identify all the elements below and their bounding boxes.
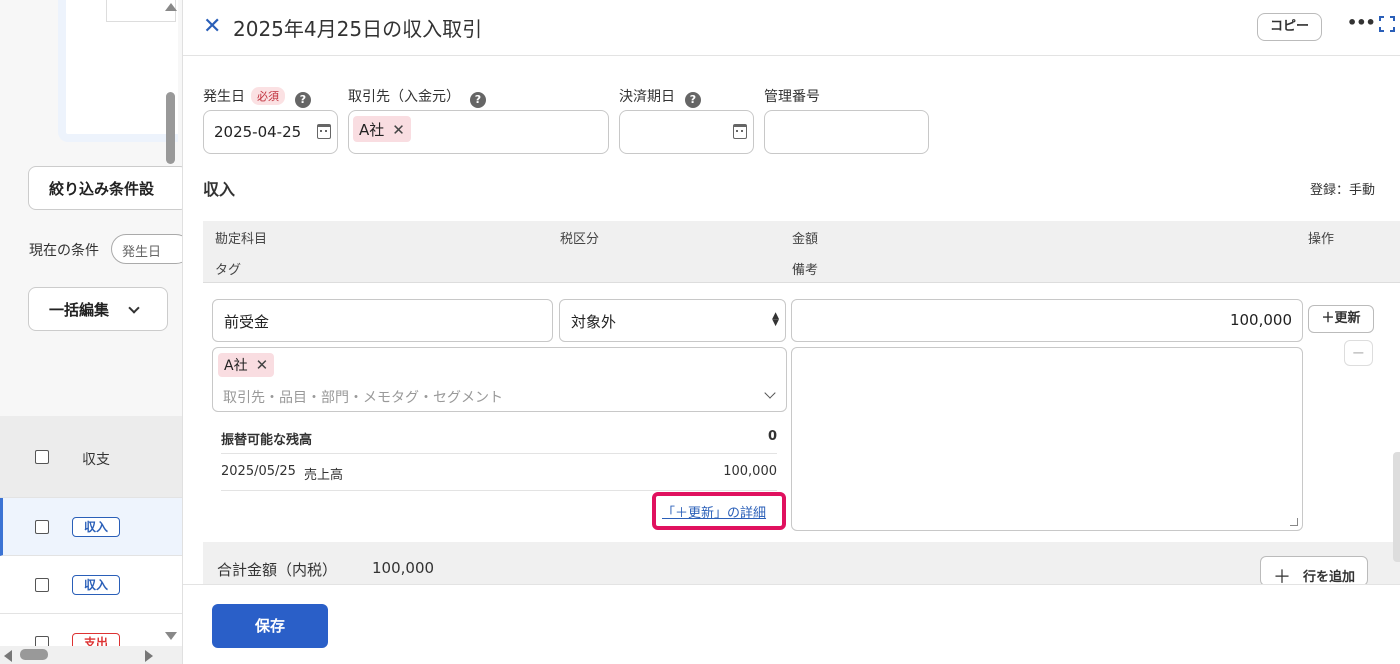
update-detail-link[interactable]: 「＋更新」の詳細 [662, 502, 766, 521]
panel-header: ✕ 2025年4月25日の収入取引 コピー ••• [183, 0, 1400, 56]
tag-placeholder: 取引先・品目・部門・メモタグ・セグメント [223, 390, 503, 406]
date-label-text: 発生日 [203, 89, 245, 105]
partner-chip: A社 ✕ [353, 116, 411, 142]
scrollbar-thumb[interactable] [166, 92, 175, 164]
help-icon[interactable]: ? [685, 92, 701, 108]
save-button[interactable]: 保存 [212, 604, 328, 648]
background-list-panel: 絞り込み条件設 現在の条件 発生日 一括編集 収支 収入 収入 支出 [0, 0, 182, 664]
amount-value: 100,000 [1229, 311, 1292, 329]
vertical-scrollbar[interactable] [163, 0, 177, 642]
transaction-panel: ✕ 2025年4月25日の収入取引 コピー ••• 発生日 必須? 2025-04… [182, 0, 1400, 664]
column-tag: タグ [215, 263, 242, 278]
remove-chip-icon[interactable]: ✕ [256, 356, 269, 374]
resize-handle-icon[interactable] [1290, 518, 1298, 526]
balance-label: 振替可能な残高 [221, 433, 313, 448]
registration-label: 登録：手動 [1310, 183, 1376, 198]
select-arrows-icon: ▲ ▼ [772, 311, 779, 328]
balance-entry-row: 2025/05/25 売上高 100,000 [221, 454, 777, 491]
management-no-input[interactable] [764, 110, 929, 154]
update-button[interactable]: ＋更新 [1308, 305, 1374, 333]
date-value: 2025-04-25 [214, 123, 302, 141]
due-date-label: 決済期日? [619, 86, 701, 108]
due-date-label-text: 決済期日 [619, 89, 675, 105]
horizontal-scrollbar[interactable] [0, 646, 182, 664]
calendar-icon[interactable] [733, 124, 747, 139]
remove-chip-icon[interactable]: ✕ [392, 121, 405, 139]
page-title: 2025年4月25日の収入取引 [233, 17, 483, 41]
amount-input[interactable]: 100,000 [791, 299, 1303, 342]
scroll-left-icon[interactable] [4, 650, 12, 662]
chevron-down-icon[interactable] [764, 387, 776, 399]
total-value: 100,000 [372, 559, 435, 577]
table-row[interactable]: 収入 [0, 498, 182, 556]
tag-chip-label: A社 [224, 358, 248, 374]
partner-input[interactable]: A社 ✕ [348, 110, 609, 154]
partner-label-text: 取引先（入金元） [348, 89, 460, 105]
row-checkbox[interactable] [35, 578, 49, 592]
required-badge: 必須 [251, 87, 285, 105]
scroll-up-icon[interactable] [165, 3, 177, 11]
right-edge-handle[interactable] [1393, 452, 1400, 562]
help-icon[interactable]: ? [295, 92, 311, 108]
bulk-edit-button[interactable]: 一括編集 [28, 287, 168, 331]
column-account: 勘定科目 [215, 232, 268, 247]
entry-amount: 100,000 [723, 464, 777, 479]
update-detail-highlight: 「＋更新」の詳細 [652, 492, 786, 530]
income-section-title: 収入 [203, 180, 236, 199]
account-value: 前受金 [224, 313, 270, 331]
table-header-row: 収支 [0, 416, 182, 498]
total-bar: 合計金額（内税） 100,000 [203, 542, 1400, 584]
copy-button[interactable]: コピー [1257, 13, 1322, 41]
panel-footer: 保存 [183, 584, 1400, 664]
column-memo: 備考 [792, 263, 819, 278]
balance-row: 振替可能な残高 0 [221, 420, 777, 454]
date-label: 発生日 必須? [203, 86, 311, 108]
column-header-type: 収支 [82, 452, 110, 468]
more-horizontal-icon[interactable]: ••• [1347, 13, 1376, 32]
background-table: 収支 収入 収入 支出 [0, 416, 182, 664]
scroll-right-icon[interactable] [145, 650, 153, 662]
date-input[interactable]: 2025-04-25 [203, 110, 338, 154]
tax-value: 対象外 [571, 313, 617, 331]
entry-date: 2025/05/25 [221, 464, 296, 479]
income-tag: 収入 [72, 575, 120, 595]
add-row-label: 行を追加 [1303, 570, 1356, 585]
expand-icon[interactable] [1379, 16, 1395, 32]
due-date-input[interactable] [619, 110, 754, 154]
income-table-header: 勘定科目 税区分 金額 操作 タグ 備考 [203, 221, 1400, 283]
memo-textarea[interactable] [791, 347, 1303, 531]
filter-settings-button[interactable]: 絞り込み条件設 [28, 166, 182, 210]
scrollbar-thumb[interactable] [20, 649, 48, 660]
column-tax: 税区分 [560, 232, 600, 247]
table-row[interactable]: 収入 [0, 556, 182, 614]
scroll-down-icon[interactable] [165, 632, 177, 640]
partner-label: 取引先（入金元）? [348, 86, 486, 108]
row-checkbox[interactable] [35, 520, 49, 534]
remove-row-button[interactable]: − [1344, 340, 1373, 366]
add-row-button[interactable]: ＋行を追加 [1260, 556, 1368, 588]
column-action: 操作 [1308, 232, 1335, 247]
tax-select[interactable]: 対象外 ▲ ▼ [559, 299, 786, 342]
total-label: 合計金額（内税） [217, 561, 338, 579]
chevron-down-icon [128, 302, 140, 314]
column-amount: 金額 [792, 232, 819, 247]
calendar-icon[interactable] [317, 124, 331, 139]
entry-account: 売上高 [304, 468, 344, 483]
current-conditions-label: 現在の条件 [29, 243, 99, 259]
select-all-checkbox[interactable] [35, 450, 49, 464]
bulk-edit-label: 一括編集 [49, 301, 110, 319]
tag-chip: A社 ✕ [218, 353, 275, 377]
partner-chip-label: A社 [359, 121, 385, 139]
balance-value: 0 [767, 429, 777, 444]
management-no-label: 管理番号 [764, 89, 820, 105]
account-input[interactable]: 前受金 [212, 299, 553, 342]
tag-input[interactable]: A社 ✕ 取引先・品目・部門・メモタグ・セグメント [212, 347, 787, 412]
close-icon[interactable]: ✕ [203, 14, 221, 39]
income-tag: 収入 [72, 517, 120, 537]
help-icon[interactable]: ? [470, 92, 486, 108]
